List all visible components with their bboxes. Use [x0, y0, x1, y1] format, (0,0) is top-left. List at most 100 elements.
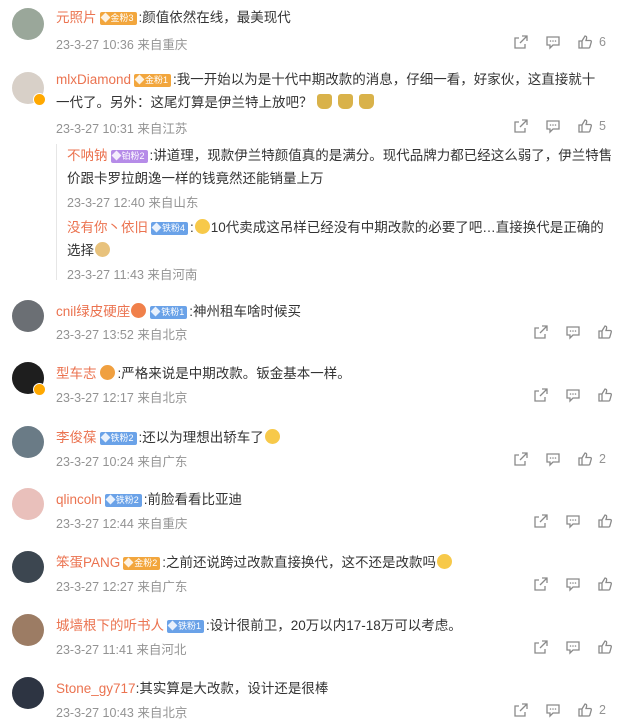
- fan-badge[interactable]: 铁粉2: [104, 494, 142, 507]
- avatar[interactable]: [12, 488, 44, 520]
- fan-badge[interactable]: 铁粉4: [151, 222, 189, 235]
- username-link[interactable]: Stone_gy717: [56, 681, 136, 696]
- comment-text: :神州租车啥时候买: [189, 304, 302, 319]
- comment-icon[interactable]: [545, 702, 561, 718]
- comment-meta: 23-3-27 12:27 来自广东: [56, 580, 188, 594]
- fan-badge[interactable]: 金粉2: [123, 557, 161, 570]
- comment-meta: 23-3-27 10:36 来自重庆: [56, 38, 188, 52]
- share-icon[interactable]: [513, 118, 529, 134]
- comment-icon[interactable]: [545, 451, 561, 467]
- crown-emoji-icon: [317, 94, 333, 109]
- like-icon[interactable]: [597, 639, 613, 655]
- comment-text: :其实算是大改款，设计还是很棒: [135, 681, 329, 696]
- username-link[interactable]: cnil绿皮硬座: [56, 304, 130, 319]
- reply-meta: 23-3-27 12:40 来自山东: [67, 196, 199, 210]
- comment-meta: 23-3-27 10:43 来自北京: [56, 706, 188, 720]
- comment-meta: 23-3-27 10:31 来自江苏: [56, 122, 188, 136]
- crown-emoji-icon: [338, 94, 354, 109]
- share-icon[interactable]: [533, 639, 549, 655]
- comment-meta: 23-3-27 11:41 来自河北: [56, 643, 187, 657]
- share-icon[interactable]: [533, 576, 549, 592]
- username-link[interactable]: 元照片: [56, 10, 97, 25]
- avatar[interactable]: [12, 362, 46, 396]
- avatar[interactable]: [12, 8, 44, 40]
- fire-badge-icon: [131, 303, 147, 318]
- username-link[interactable]: 李俊葆: [56, 430, 97, 445]
- reply-item: 不呐钠 铂粉2:讲道理，现款伊兰特颜值真的是满分。现代品牌力都已经这么弱了，伊兰特…: [67, 144, 614, 190]
- username-link[interactable]: qlincoln: [56, 492, 102, 507]
- avatar[interactable]: [12, 614, 44, 646]
- comment-icon[interactable]: [565, 324, 581, 340]
- like-icon[interactable]: [577, 451, 593, 467]
- avatar[interactable]: [12, 551, 44, 583]
- reply-item: 没有你丶依旧 铁粉4:10代卖成这吊样已经没有中期改款的必要了吧…直接换代是正确的…: [67, 216, 614, 262]
- comment-actions: [533, 324, 613, 340]
- comment-text: :还以为理想出轿车了: [138, 430, 264, 445]
- avatar[interactable]: [12, 426, 44, 458]
- like-count: 2: [599, 452, 606, 466]
- comment-actions: 5: [513, 118, 613, 134]
- comment-line: 型车志 :严格来说是中期改款。钣金基本一样。: [56, 362, 613, 385]
- reply-thread: 不呐钠 铂粉2:讲道理，现款伊兰特颜值真的是满分。现代品牌力都已经这么弱了，伊兰特…: [56, 144, 614, 282]
- comment-icon[interactable]: [545, 34, 561, 50]
- comment-meta: 23-3-27 10:24 来自广东: [56, 455, 188, 469]
- comment-meta: 23-3-27 12:17 来自北京: [56, 391, 188, 405]
- comment-meta: 23-3-27 12:44 来自重庆: [56, 517, 188, 531]
- comment-text: :设计很前卫，20万以内17-18万可以考虑。: [206, 618, 462, 633]
- like-icon[interactable]: [597, 576, 613, 592]
- share-icon[interactable]: [513, 702, 529, 718]
- share-icon[interactable]: [513, 34, 529, 50]
- comment-text: :严格来说是中期改款。钣金基本一样。: [117, 366, 351, 381]
- fan-badge[interactable]: 铁粉1: [150, 306, 188, 319]
- comment-icon[interactable]: [565, 576, 581, 592]
- share-icon[interactable]: [533, 324, 549, 340]
- comment-actions: 6: [513, 34, 613, 50]
- like-icon[interactable]: [577, 34, 593, 50]
- comment-icon[interactable]: [545, 118, 561, 134]
- comment-line: 城墙根下的听书人 铁粉1:设计很前卫，20万以内17-18万可以考虑。: [56, 614, 613, 637]
- username-link[interactable]: 型车志: [56, 366, 97, 381]
- share-icon[interactable]: [513, 451, 529, 467]
- comment-text: :颜值依然在线，最美现代: [138, 10, 291, 25]
- comment-icon[interactable]: [565, 387, 581, 403]
- username-link[interactable]: mlxDiamond: [56, 72, 131, 87]
- comment-line: 笨蛋PANG 金粉2:之前还说跨过改款直接换代，这不还是改款吗: [56, 551, 613, 574]
- username-link[interactable]: 城墙根下的听书人: [56, 618, 164, 633]
- comment-line: Stone_gy717:其实算是大改款，设计还是很棒: [56, 677, 613, 700]
- comment-line: qlincoln 铁粉2:前脸看看比亚迪: [56, 488, 613, 511]
- username-link[interactable]: 不呐钠: [67, 148, 108, 163]
- comment-line: mlxDiamond 金粉1:我一开始以为是十代中期改款的消息，仔细一看，好家伙，…: [56, 68, 608, 114]
- laugh-cry-emoji-icon: [194, 219, 210, 234]
- comment-icon[interactable]: [565, 639, 581, 655]
- comment-text: :前脸看看比亚迪: [143, 492, 243, 507]
- comment-meta: 23-3-27 13:52 来自北京: [56, 328, 188, 342]
- like-icon[interactable]: [597, 324, 613, 340]
- username-link[interactable]: 没有你丶依旧: [67, 220, 148, 235]
- reply-text: :讲道理，现款伊兰特颜值真的是满分。现代品牌力都已经这么弱了，伊兰特售价跟卡罗拉…: [67, 148, 613, 186]
- like-count: 6: [599, 35, 606, 49]
- comment-icon[interactable]: [565, 513, 581, 529]
- comment-line: cnil绿皮硬座 铁粉1:神州租车啥时候买: [56, 300, 613, 323]
- fan-badge[interactable]: 铁粉1: [167, 620, 205, 633]
- comment-actions: [533, 639, 613, 655]
- avatar[interactable]: [12, 300, 44, 332]
- like-icon[interactable]: [597, 387, 613, 403]
- share-icon[interactable]: [533, 387, 549, 403]
- like-icon[interactable]: [577, 118, 593, 134]
- comment-line: 元照片 金粉3:颜值依然在线，最美现代: [56, 6, 613, 29]
- fan-badge[interactable]: 铁粉2: [99, 432, 137, 445]
- laugh-cry-emoji-icon: [437, 554, 453, 569]
- avatar[interactable]: [12, 677, 44, 709]
- avatar[interactable]: [12, 72, 46, 106]
- fan-badge[interactable]: 铂粉2: [110, 150, 148, 163]
- verified-badge-icon: [33, 93, 46, 106]
- username-link[interactable]: 笨蛋PANG: [56, 555, 120, 570]
- comment-text: :之前还说跨过改款直接换代，这不还是改款吗: [162, 555, 437, 570]
- medal-badge-icon: [99, 365, 115, 380]
- comment-line: 李俊葆 铁粉2:还以为理想出轿车了: [56, 426, 613, 449]
- like-icon[interactable]: [597, 513, 613, 529]
- like-icon[interactable]: [577, 702, 593, 718]
- fan-badge[interactable]: 金粉1: [134, 74, 172, 87]
- share-icon[interactable]: [533, 513, 549, 529]
- fan-badge[interactable]: 金粉3: [99, 12, 137, 25]
